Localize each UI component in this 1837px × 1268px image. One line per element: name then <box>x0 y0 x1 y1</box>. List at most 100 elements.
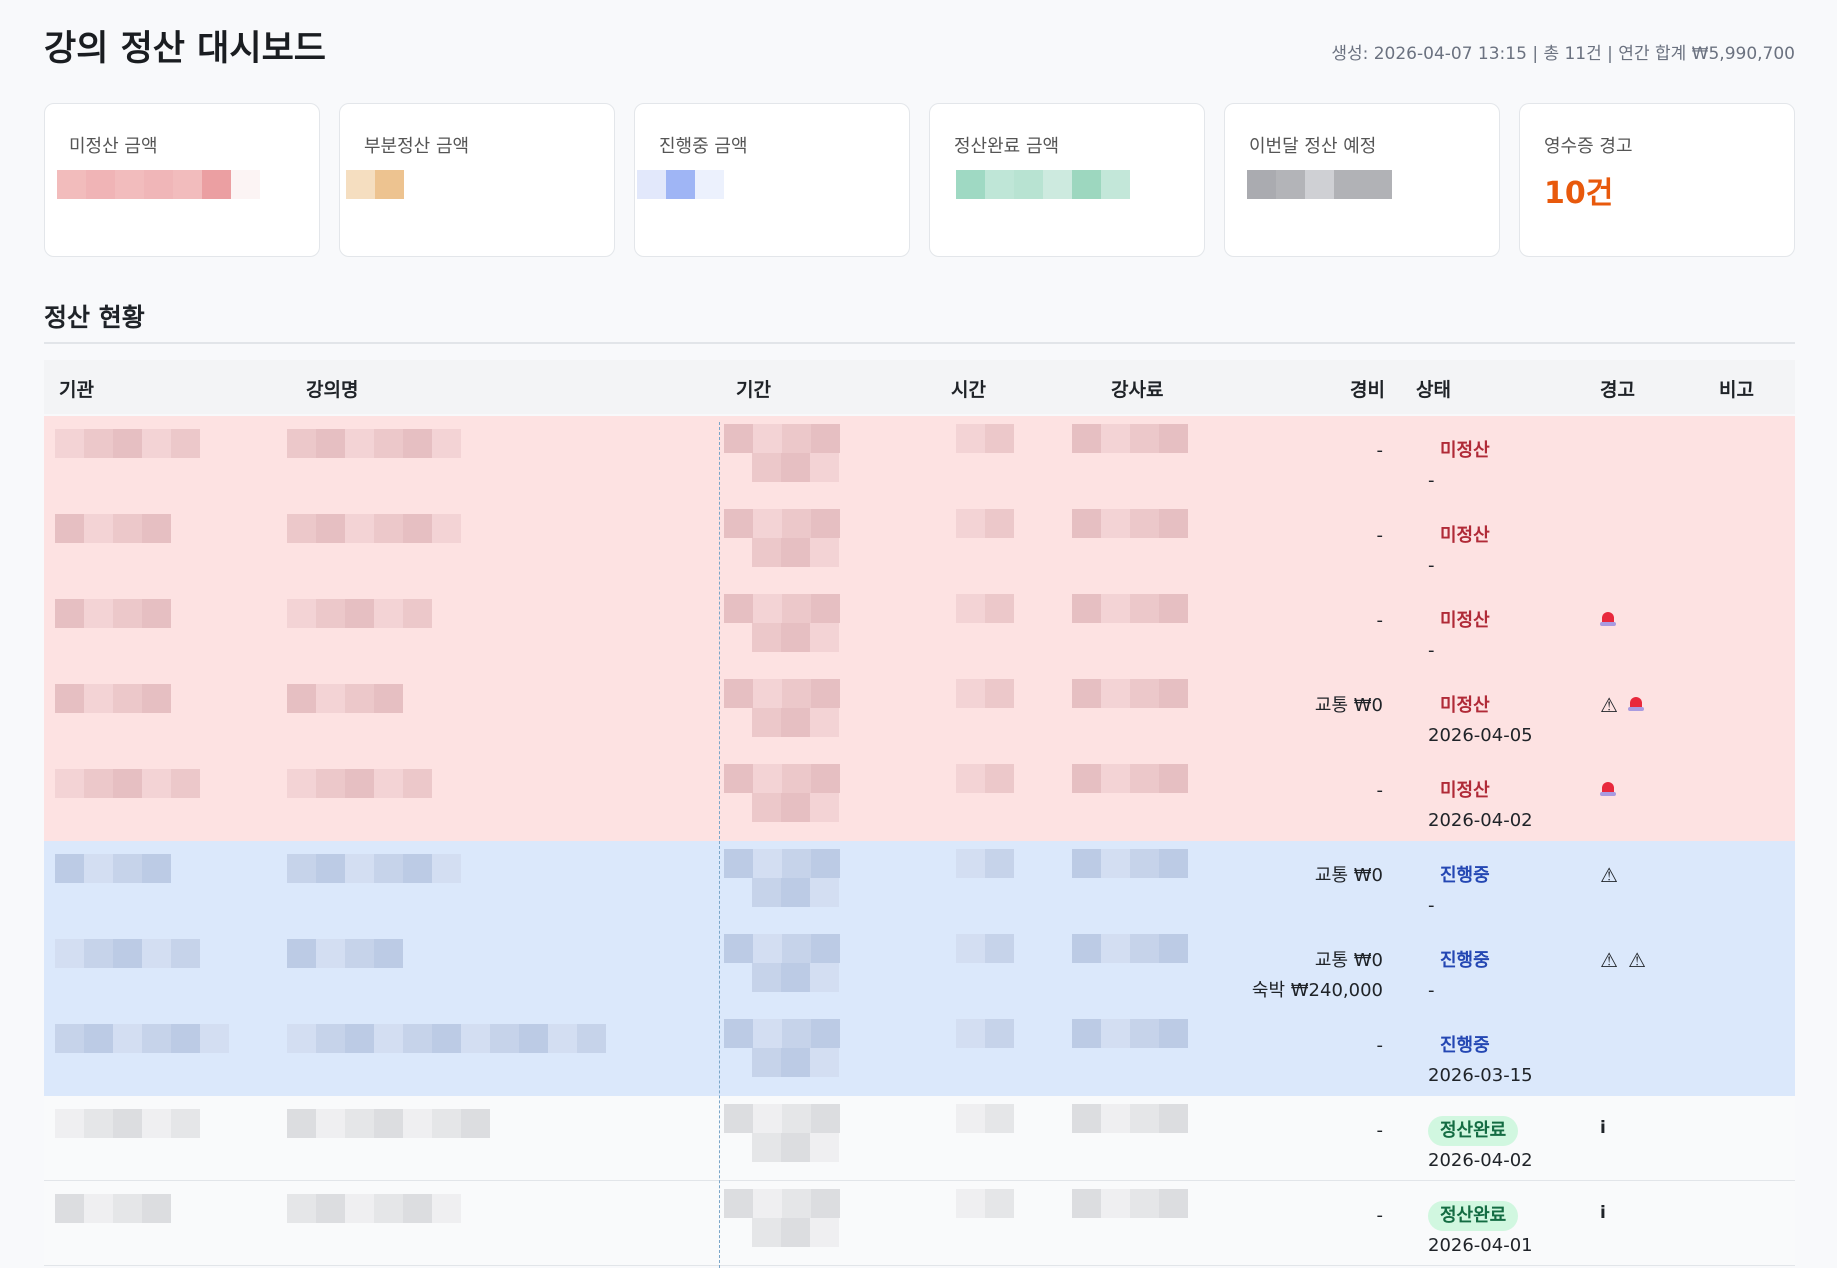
redacted-period <box>752 708 839 737</box>
settle-date: 2026-04-05 <box>1428 725 1533 746</box>
settle-date: - <box>1428 980 1435 1001</box>
expense-line: 교통 ₩0 <box>1314 695 1383 716</box>
card-label: 부분정산 금액 <box>364 136 470 157</box>
settle-date: 2026-04-02 <box>1428 810 1533 831</box>
header-hours[interactable]: 시간 <box>951 375 986 402</box>
redacted-fee <box>1072 934 1188 963</box>
table-row[interactable]: - 미정산 2026-04-02 <box>44 756 1795 841</box>
header-period[interactable]: 기간 <box>736 375 771 402</box>
redacted-period <box>752 878 839 907</box>
status-cell: 정산완료 2026-04-01 <box>1428 1201 1533 1261</box>
table-row[interactable]: - 진행중 2026-03-15 <box>44 1011 1795 1096</box>
warning-cell: ⚠ <box>1600 693 1644 717</box>
page-title: 강의 정산 대시보드 <box>44 29 326 69</box>
expense-line: - <box>1376 780 1384 801</box>
table-row[interactable]: - 미정산 - <box>44 416 1795 501</box>
expense-cell: 교통 ₩0 숙박 ₩240,000 <box>1252 946 1383 1006</box>
expense-cell: 교통 ₩0 <box>1315 691 1383 721</box>
summary-cards: 미정산 금액 부분정산 금액 진행중 금액 정산완료 금액 이번달 정산 예정 … <box>44 103 1795 257</box>
redacted-period <box>724 1019 840 1048</box>
redacted-org <box>55 429 200 458</box>
table-row[interactable]: - 정산완료 2026-04-01 i <box>44 1181 1795 1266</box>
header-fee[interactable]: 강사료 <box>1111 375 1163 402</box>
warning-icon[interactable]: ⚠ <box>1600 693 1618 717</box>
redacted-lecture <box>287 854 461 883</box>
redacted-period <box>724 764 840 793</box>
redacted-org <box>55 1024 229 1053</box>
section-title: 정산 현황 <box>44 303 145 332</box>
info-icon[interactable]: i <box>1600 1118 1606 1138</box>
expense-cell: - <box>1377 1201 1384 1231</box>
redacted-fee <box>1072 509 1188 538</box>
settle-date: 2026-04-01 <box>1428 1235 1533 1256</box>
redacted-hours <box>956 1019 1014 1048</box>
section-divider <box>44 342 1795 344</box>
siren-icon[interactable] <box>1627 693 1644 711</box>
redacted-period <box>724 594 840 623</box>
warning-cell: ⚠ <box>1600 863 1618 887</box>
siren-icon[interactable] <box>1600 778 1616 796</box>
info-icon[interactable]: i <box>1600 1203 1606 1223</box>
header-note[interactable]: 비고 <box>1719 375 1754 402</box>
redacted-period <box>724 509 840 538</box>
table-header: 기관 강의명 기간 시간 강사료 경비 상태 경고 비고 <box>44 360 1795 414</box>
settle-date: - <box>1428 470 1435 491</box>
redacted-period <box>724 934 840 963</box>
expense-line: - <box>1376 1035 1384 1056</box>
expense-cell: - <box>1377 436 1384 466</box>
header-expense[interactable]: 경비 <box>1350 375 1385 402</box>
warning-icon[interactable]: ⚠ <box>1600 948 1618 972</box>
card-label: 이번달 정산 예정 <box>1249 136 1377 157</box>
redacted-lecture <box>287 429 461 458</box>
redacted-lecture <box>287 939 403 968</box>
header-warning[interactable]: 경고 <box>1600 375 1635 402</box>
card-label: 진행중 금액 <box>659 136 748 157</box>
card-in-progress: 진행중 금액 <box>634 103 910 257</box>
redacted-fee <box>1072 849 1188 878</box>
expense-line: - <box>1376 1120 1384 1141</box>
table-row[interactable]: 교통 ₩0 미정산 2026-04-05 ⚠ <box>44 671 1795 756</box>
header-lecture[interactable]: 강의명 <box>306 375 358 402</box>
warning-icon[interactable]: ⚠ <box>1628 948 1646 972</box>
expense-cell: 교통 ₩0 <box>1315 861 1383 891</box>
redacted-fee <box>1072 1104 1188 1133</box>
redacted-fee <box>1072 424 1188 453</box>
redacted-lecture <box>287 769 432 798</box>
table-row[interactable]: - 미정산 - <box>44 586 1795 671</box>
redacted-fee <box>1072 679 1188 708</box>
redacted-hours <box>956 424 1014 453</box>
status-badge: 미정산 <box>1440 440 1490 461</box>
siren-icon[interactable] <box>1600 608 1616 626</box>
redacted-hours <box>956 1189 1014 1218</box>
redacted-amount <box>637 170 724 199</box>
redacted-amount <box>346 170 404 199</box>
redacted-amount <box>57 170 260 199</box>
status-cell: 진행중 - <box>1428 946 1502 1006</box>
redacted-lecture <box>287 684 403 713</box>
settle-date: - <box>1428 895 1435 916</box>
redacted-org <box>55 854 171 883</box>
header-status[interactable]: 상태 <box>1416 375 1451 402</box>
redacted-fee <box>1072 594 1188 623</box>
redacted-period <box>752 453 839 482</box>
status-cell: 정산완료 2026-04-02 <box>1428 1116 1533 1176</box>
status-badge: 진행중 <box>1440 1035 1490 1056</box>
table-row[interactable]: - 정산완료 2026-04-02 i <box>44 1096 1795 1181</box>
expense-line: 교통 ₩0 <box>1314 865 1383 886</box>
table-row[interactable]: - 미정산 - <box>44 501 1795 586</box>
status-badge: 미정산 <box>1440 525 1490 546</box>
card-label: 영수증 경고 <box>1544 136 1633 157</box>
redacted-lecture <box>287 599 432 628</box>
redacted-period <box>752 1218 839 1247</box>
table-row[interactable]: 교통 ₩0 진행중 - ⚠ <box>44 841 1795 926</box>
warning-count: 10건 <box>1544 176 1614 211</box>
status-cell: 진행중 - <box>1428 861 1502 921</box>
table-row[interactable]: 교통 ₩0 숙박 ₩240,000 진행중 - ⚠ ⚠ <box>44 926 1795 1011</box>
card-label: 정산완료 금액 <box>954 136 1060 157</box>
header-org[interactable]: 기관 <box>59 375 94 402</box>
warning-cell <box>1600 608 1616 626</box>
expense-line: - <box>1376 440 1384 461</box>
warning-icon[interactable]: ⚠ <box>1600 863 1618 887</box>
redacted-org <box>55 599 171 628</box>
status-badge: 진행중 <box>1440 865 1490 886</box>
